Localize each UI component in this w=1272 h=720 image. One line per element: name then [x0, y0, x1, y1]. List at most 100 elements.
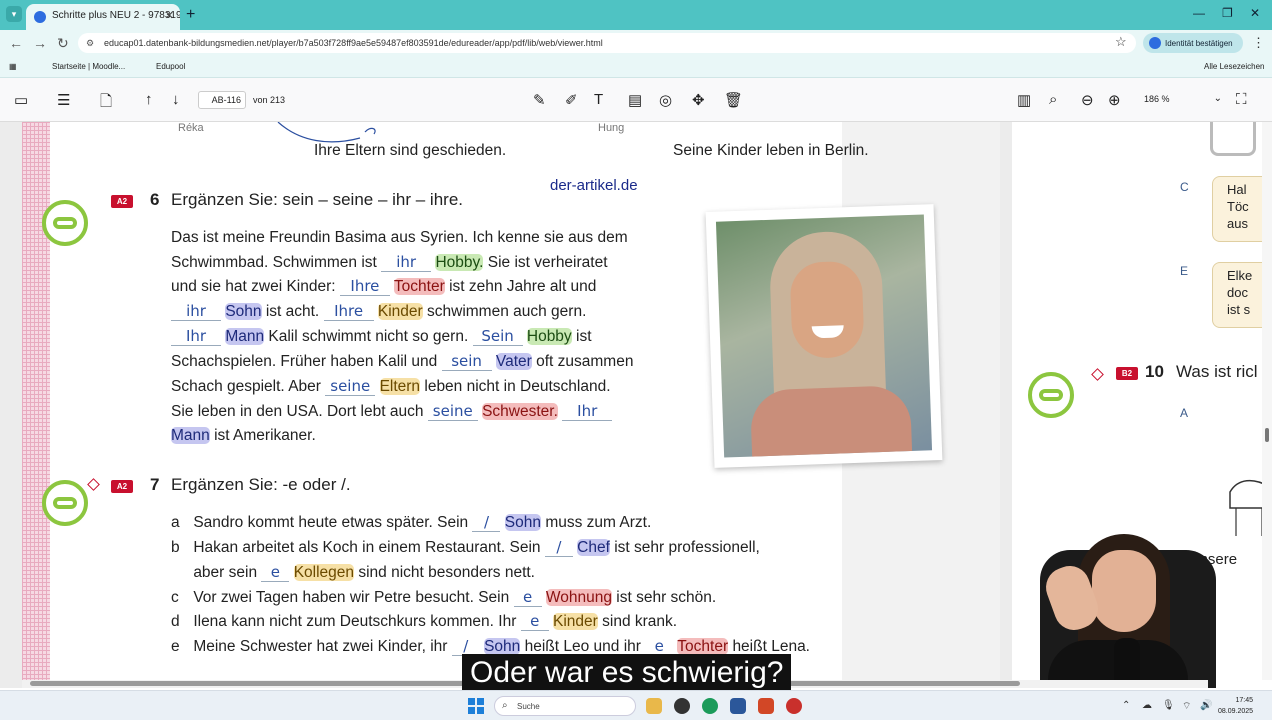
option-a-label: A — [1180, 406, 1189, 420]
powerpoint-icon[interactable] — [758, 698, 774, 714]
ex6-text: Das ist meine Freundin Basima aus Syrien… — [171, 229, 628, 246]
url-field[interactable]: ⚙ educap01.datenbank-bildungsmedien.net/… — [78, 33, 1136, 53]
reload-icon[interactable]: ↻ — [57, 35, 69, 52]
app-icon[interactable] — [674, 698, 690, 714]
media-link-icon[interactable] — [1028, 372, 1074, 418]
tab-search-icon[interactable]: ▾ — [6, 6, 22, 22]
handwritten-answer: Sein — [472, 327, 523, 346]
handwritten-answer: sein — [441, 352, 492, 371]
outline-icon[interactable]: ☰ — [57, 91, 70, 109]
level-badge: B2 — [1116, 367, 1138, 380]
watermark-text: der-artikel.de — [550, 177, 638, 194]
word-icon[interactable] — [730, 698, 746, 714]
highlighted-noun: Mann — [225, 328, 265, 345]
page-number-input[interactable]: AB-116 — [198, 91, 246, 109]
sidebar-toggle-icon[interactable]: ▭ — [14, 91, 28, 109]
ex6-text: Schach gespielt. Aber — [171, 378, 321, 395]
highlight-icon[interactable]: ✐ — [565, 91, 578, 109]
next-page-icon[interactable]: ↓ — [172, 91, 180, 108]
microphone-icon[interactable]: 🎙 — [1162, 700, 1175, 711]
menu-icon[interactable]: ⋮ — [1252, 35, 1265, 51]
comment-icon[interactable]: ▤ — [628, 91, 642, 109]
handwritten-answer: Ihr — [562, 402, 613, 421]
move-icon[interactable]: ✥ — [692, 91, 705, 109]
scrollbar-thumb[interactable] — [1265, 428, 1269, 442]
exercise-number: 7 — [150, 475, 160, 494]
name-label-reka: Réka — [178, 122, 204, 134]
zoom-in-icon[interactable]: ⊕ — [1108, 91, 1121, 109]
chrome-icon[interactable] — [702, 698, 718, 714]
record-app-icon[interactable] — [786, 698, 802, 714]
chevron-down-icon: ⌄ — [1213, 93, 1222, 104]
taskbar-search[interactable]: ⌕ Suche — [494, 696, 636, 716]
handwritten-answer: Ihre — [323, 302, 374, 321]
ex6-text: Schachspielen. Früher haben Kalil und — [171, 353, 438, 370]
tray-chevron-icon[interactable]: ⌃ — [1122, 700, 1130, 711]
start-button[interactable] — [468, 698, 484, 714]
identity-icon — [1149, 37, 1161, 49]
file-explorer-icon[interactable] — [646, 698, 662, 714]
exercise-number: 10 — [1145, 362, 1164, 381]
highlighted-noun: Sohn — [225, 303, 262, 320]
book-view-icon[interactable]: ▥ — [1017, 91, 1031, 109]
browser-tab[interactable]: Schritte plus NEU 2 - 97831969 ✕ — [26, 4, 180, 30]
forward-icon[interactable]: → — [33, 35, 47, 51]
text-tool-icon[interactable]: T — [594, 91, 603, 108]
top-sentence-right: Seine Kinder leben in Berlin. — [673, 142, 869, 159]
pdf-viewer[interactable]: Réka Hung Ihre Eltern sind geschieden. S… — [0, 122, 1272, 688]
volume-icon[interactable]: 🔊 — [1200, 700, 1212, 711]
apps-grid-icon[interactable]: ▦ — [9, 62, 17, 71]
site-info-icon[interactable]: ⚙ — [86, 38, 94, 49]
new-tab-icon[interactable]: + — [186, 6, 195, 24]
photo-basima — [705, 204, 943, 468]
back-icon[interactable]: ← — [9, 35, 23, 51]
ex6-text: leben nicht in Deutschland. — [424, 378, 611, 395]
ex6-text: oft zusammen — [536, 353, 634, 370]
handwritten-answer: seine — [427, 402, 478, 421]
previous-page-icon[interactable]: ↑ — [145, 91, 153, 108]
bookmark-star-icon[interactable]: ☆ — [1115, 34, 1127, 50]
all-bookmarks[interactable]: Alle Lesezeichen — [1190, 62, 1264, 71]
zoom-select[interactable]: 186 % ⌄ — [1140, 91, 1226, 109]
wifi-icon[interactable]: ⌔ — [1182, 700, 1191, 713]
level-badge: A2 — [111, 480, 133, 493]
bookmark-edupool[interactable]: Edupool — [142, 62, 185, 71]
item-letter: c — [171, 589, 179, 606]
page-margin-pattern — [22, 122, 50, 688]
item-letter: a — [171, 514, 180, 531]
find-icon[interactable]: ⌕ — [1049, 91, 1057, 108]
media-link-icon[interactable] — [42, 200, 88, 246]
document-icon[interactable]: 🗋 — [100, 91, 112, 116]
zoom-out-icon[interactable]: ⊖ — [1081, 91, 1094, 109]
ex6-text: und sie hat zwei Kinder: — [171, 278, 336, 295]
option-c-label: C — [1180, 180, 1189, 194]
fullscreen-icon[interactable]: ⛶ — [1236, 91, 1247, 108]
tab-close-icon[interactable]: ✕ — [165, 9, 174, 22]
page-count: von 213 — [253, 95, 286, 105]
highlighted-noun: Kinder — [377, 303, 423, 320]
level-badge: A2 — [111, 195, 133, 208]
tab-favicon-icon — [34, 11, 46, 23]
media-link-icon[interactable] — [42, 480, 88, 526]
ex6-line-4: ihr Sohn ist acht. Ihre Kinder schwimmen… — [171, 302, 586, 321]
close-window-icon[interactable]: ✕ — [1250, 6, 1260, 20]
delete-icon[interactable]: 🗑 — [724, 91, 743, 109]
ex7-item-c: c Vor zwei Tagen haben wir Petre besucht… — [171, 588, 716, 607]
cloud-icon[interactable]: ☁ — [1142, 700, 1152, 711]
vertical-scrollbar[interactable] — [1262, 122, 1272, 680]
exercise-title: Ergänzen Sie: -e oder /. — [171, 475, 351, 494]
minimize-icon[interactable]: — — [1193, 6, 1205, 20]
url-text: educap01.datenbank-bildungsmedien.net/pl… — [104, 38, 603, 48]
zoom-value: 186 % — [1144, 94, 1170, 104]
highlighted-noun: Chef — [577, 539, 610, 556]
ex6-text: schwimmen auch gern. — [427, 303, 587, 320]
bookmark-moodle[interactable]: Startseite | Moodle... — [38, 62, 125, 71]
identity-button[interactable]: Identität bestätigen — [1143, 33, 1243, 53]
taskbar-clock[interactable]: 17:45 08.09.2025 — [1218, 695, 1253, 717]
hide-annotations-icon[interactable]: ◎ — [659, 91, 672, 109]
draw-pencil-icon[interactable]: ✎ — [533, 91, 546, 109]
ex6-line-8: Sie leben in den USA. Dort lebt auch sei… — [171, 402, 613, 421]
maximize-icon[interactable]: ❐ — [1222, 6, 1233, 20]
ex6-line-3: und sie hat zwei Kinder: Ihre Tochter is… — [171, 277, 596, 296]
bookmark-moodle-label: Startseite | Moodle... — [52, 62, 126, 71]
